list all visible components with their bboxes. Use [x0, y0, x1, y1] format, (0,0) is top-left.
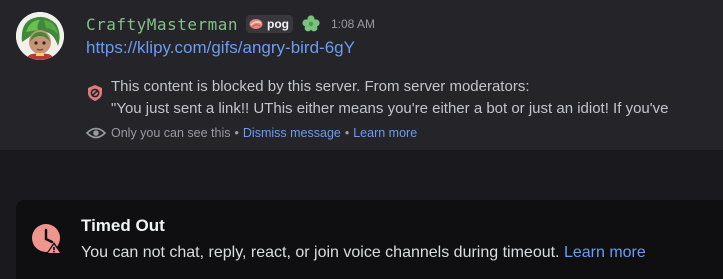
flower-icon [302, 15, 320, 32]
timestamp[interactable]: 1:08 AM [331, 17, 375, 31]
blocked-notice: This content is blocked by this server. … [111, 78, 530, 95]
gif-link[interactable]: https://klipy.com/gifs/angry-bird-6gY [86, 38, 355, 58]
shield-block-icon [88, 85, 102, 101]
ephemeral-text: Only you can see this [111, 126, 231, 140]
eye-icon [86, 127, 106, 139]
timeout-banner: Timed Out You can not chat, reply, react… [16, 200, 723, 279]
dismiss-message-link[interactable]: Dismiss message [243, 126, 341, 140]
pog-food-icon [249, 19, 263, 29]
timeout-learn-more-link[interactable]: Learn more [564, 244, 646, 261]
avatar[interactable] [16, 12, 64, 60]
ephemeral-notice: Only you can see this • Dismiss message … [86, 124, 417, 142]
timeout-description-text: You can not chat, reply, react, or join … [81, 244, 560, 261]
message-header: CraftyMasterman pog 1:08 AM [86, 12, 375, 36]
server-tag[interactable]: pog [246, 15, 293, 33]
separator-dot: • [344, 126, 350, 140]
timeout-title: Timed Out [81, 216, 165, 235]
separator-dot: • [234, 126, 239, 140]
clock-warning-icon [32, 224, 62, 254]
learn-more-link[interactable]: Learn more [353, 126, 417, 140]
moderator-reason: "You just sent a link!! UThis either mea… [111, 100, 669, 117]
server-tag-label: pog [267, 17, 289, 31]
message-row: CraftyMasterman pog 1:08 AM https://klip… [0, 0, 723, 150]
timeout-description: You can not chat, reply, react, or join … [81, 244, 646, 262]
username[interactable]: CraftyMasterman [86, 15, 238, 34]
